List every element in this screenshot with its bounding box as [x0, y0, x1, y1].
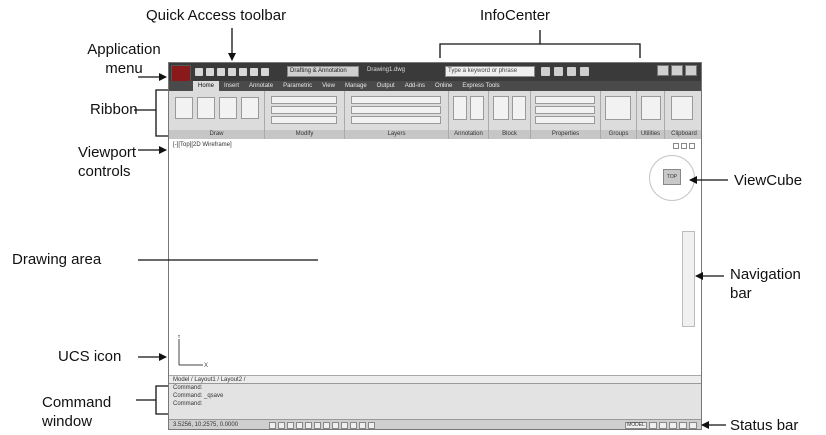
ribbon-bracket — [155, 89, 168, 137]
command-window-bracket — [155, 385, 168, 415]
callout-lines — [134, 28, 728, 429]
infocenter-bracket — [439, 43, 641, 58]
